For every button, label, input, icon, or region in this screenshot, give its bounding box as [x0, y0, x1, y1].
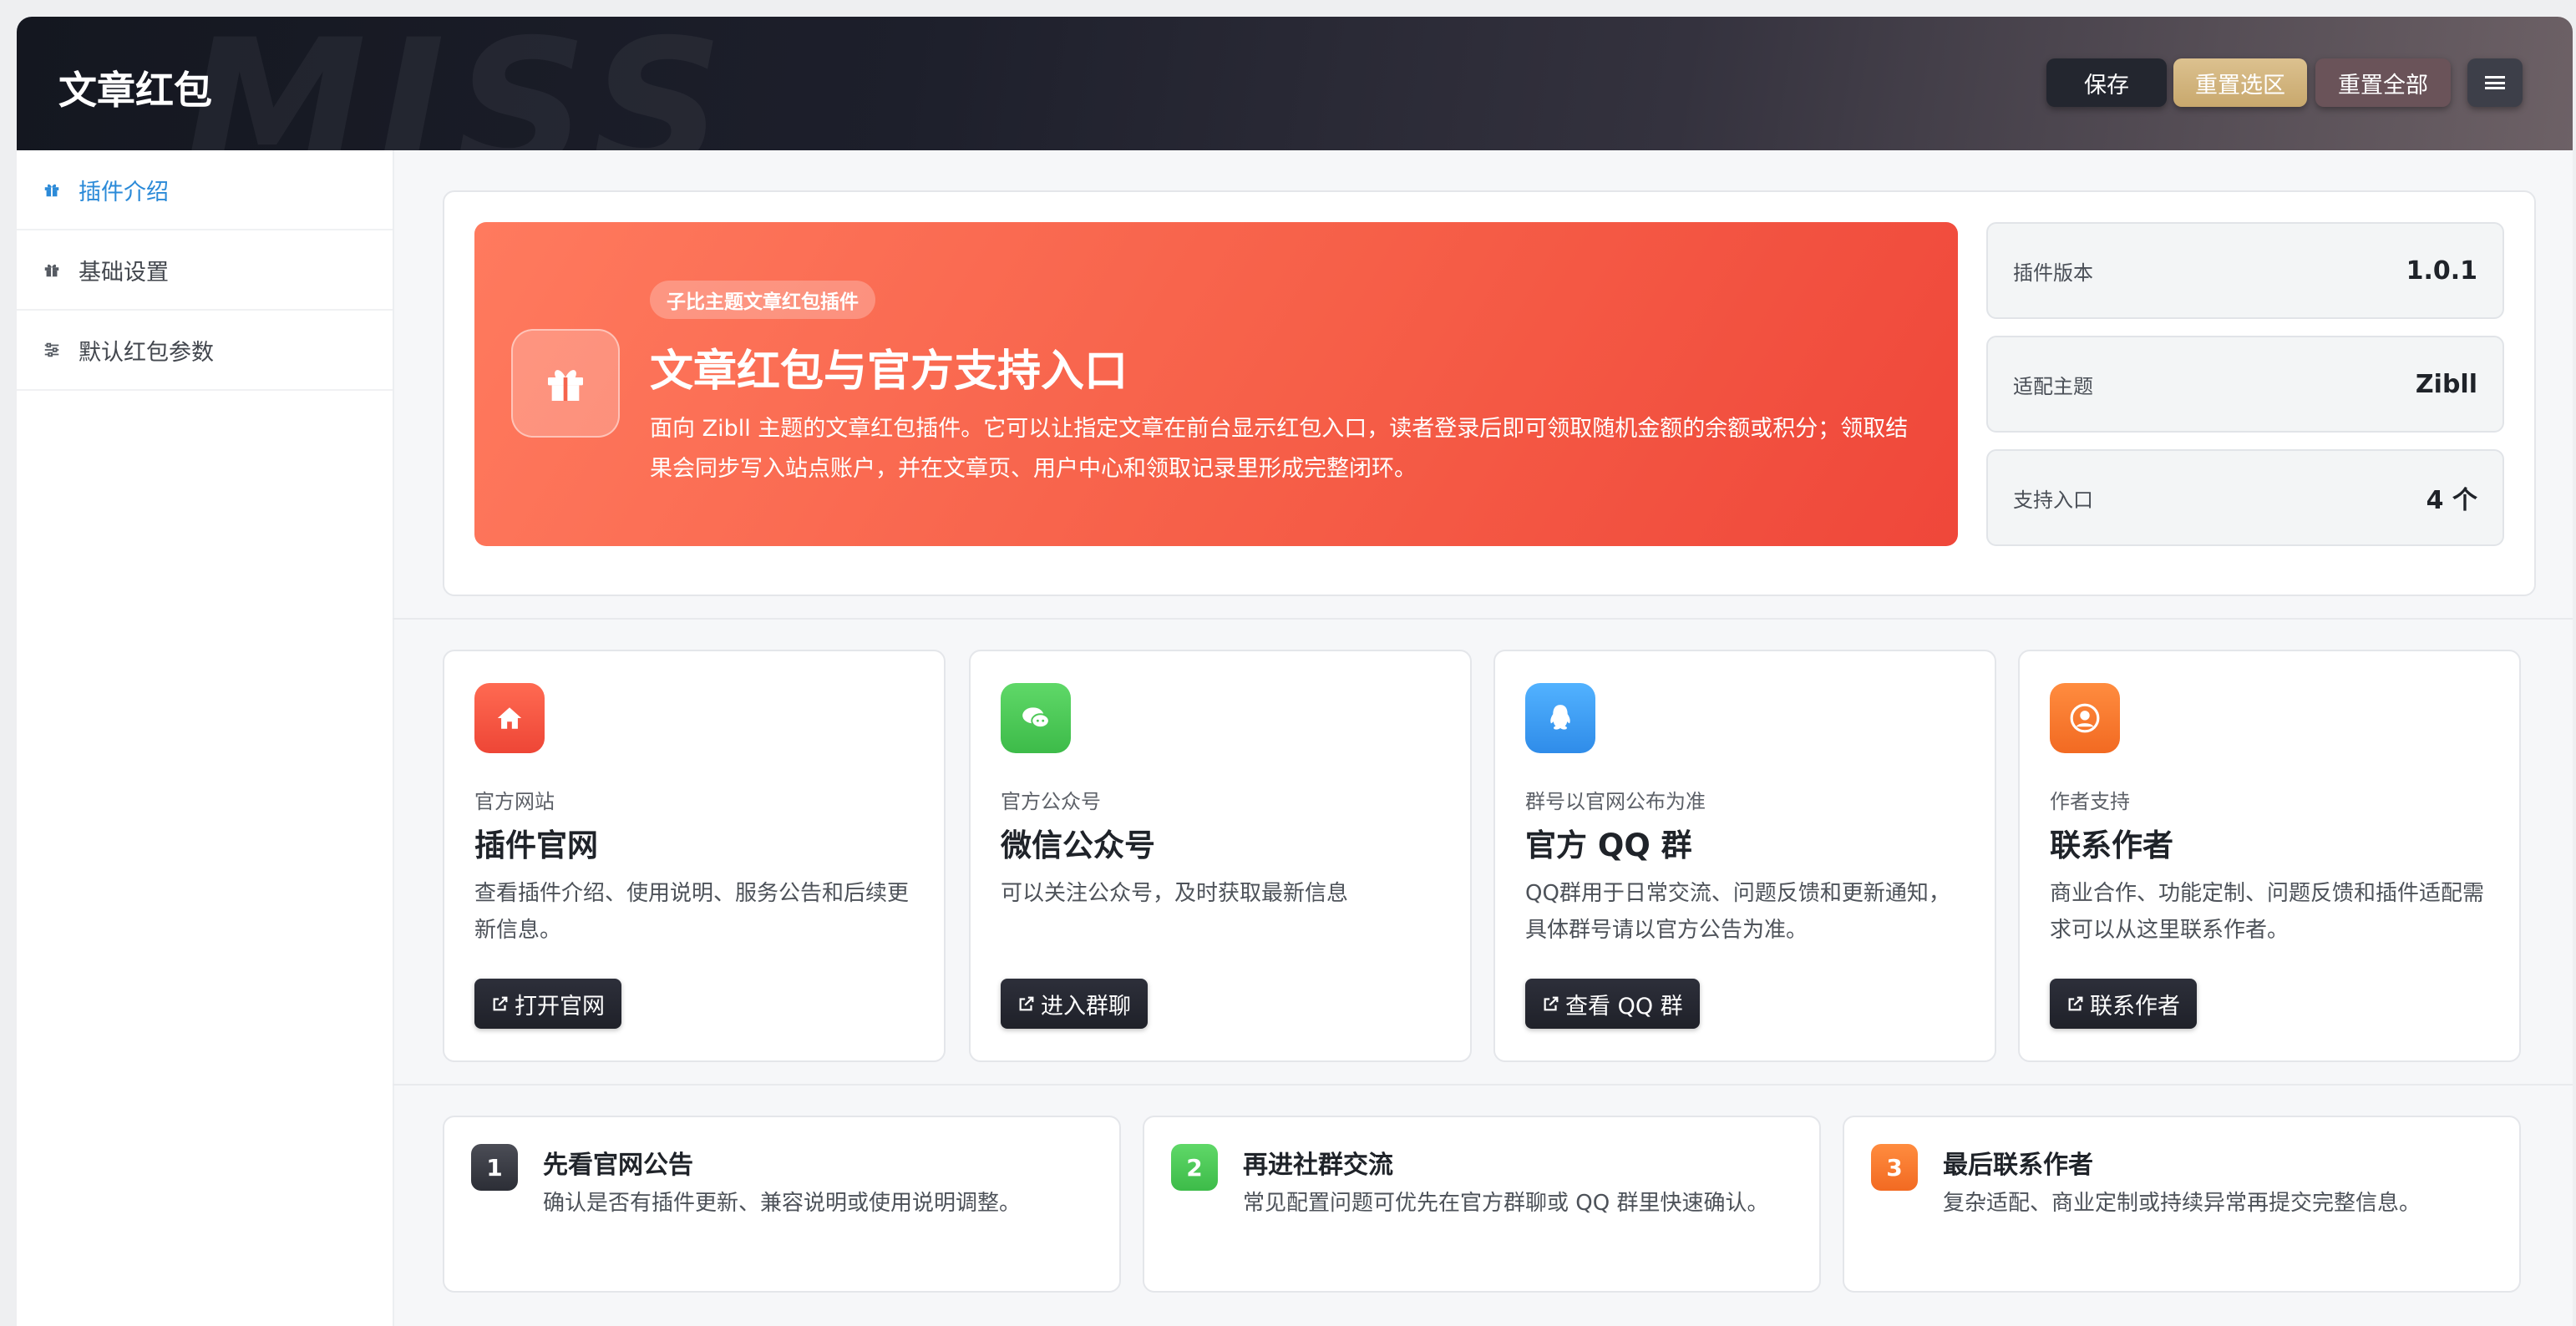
app-window: MISS 文章红包 保存 重置选区 重置全部 插件介绍 基础设置 默认红包参数 — [17, 17, 2573, 1326]
hero-banner: 子比主题文章红包插件 文章红包与官方支持入口 面向 Zibll 主题的文章红包插… — [474, 222, 1958, 546]
view-qq-group-button[interactable]: 查看 QQ 群 — [1525, 979, 1700, 1029]
hero-title: 文章红包与官方支持入口 — [650, 347, 1128, 397]
external-link-icon — [1542, 995, 1560, 1013]
link-card-wechat: 官方公众号 微信公众号 可以关注公众号，及时获取最新信息 进入群聊 — [969, 650, 1472, 1062]
gift-icon — [42, 260, 62, 280]
sidebar: 插件介绍 基础设置 默认红包参数 — [17, 150, 394, 1326]
gift-icon — [42, 180, 62, 200]
external-link-icon — [491, 995, 510, 1013]
link-card-title: 插件官网 — [474, 827, 598, 863]
step-card-3: 3 最后联系作者 复杂适配、商业定制或持续异常再提交完整信息。 — [1843, 1116, 2521, 1293]
link-card-subtitle: 官方公众号 — [1001, 790, 1101, 813]
app-title: 文章红包 — [58, 68, 212, 113]
external-link-icon — [2066, 995, 2085, 1013]
button-label: 联系作者 — [2090, 993, 2180, 1020]
button-label: 进入群聊 — [1041, 993, 1131, 1020]
intro-card: 子比主题文章红包插件 文章红包与官方支持入口 面向 Zibll 主题的文章红包插… — [443, 190, 2536, 596]
stat-theme: 适配主题 Zibll — [1986, 336, 2504, 433]
step-title: 最后联系作者 — [1943, 1151, 2093, 1180]
stat-version: 插件版本 1.0.1 — [1986, 222, 2504, 319]
stat-value: 4 个 — [2426, 486, 2477, 515]
reset-selection-button[interactable]: 重置选区 — [2173, 58, 2307, 107]
step-description: 常见配置问题可优先在官方群聊或 QQ 群里快速确认。 — [1243, 1191, 1769, 1216]
chat-icon — [1001, 683, 1071, 753]
hero-description: 面向 Zibll 主题的文章红包插件。它可以让指定文章在前台显示红包入口，读者登… — [650, 416, 1909, 482]
step-number: 1 — [471, 1144, 518, 1191]
gift-icon — [511, 329, 620, 438]
section-divider — [393, 618, 2573, 620]
sidebar-item-label: 默认红包参数 — [79, 339, 214, 366]
reset-all-button[interactable]: 重置全部 — [2315, 58, 2451, 107]
external-link-icon — [1017, 995, 1036, 1013]
link-card-title: 微信公众号 — [1001, 827, 1155, 863]
join-group-button[interactable]: 进入群聊 — [1001, 979, 1148, 1029]
step-title: 先看官网公告 — [543, 1151, 693, 1180]
link-card-description: 查看插件介绍、使用说明、服务公告和后续更新信息。 — [474, 881, 910, 943]
link-card-description: 商业合作、功能定制、问题反馈和插件适配需求可以从这里联系作者。 — [2050, 881, 2485, 943]
qq-icon — [1525, 683, 1595, 753]
step-description: 确认是否有插件更新、兼容说明或使用说明调整。 — [543, 1191, 1022, 1216]
button-label: 查看 QQ 群 — [1565, 993, 1683, 1020]
link-card-website: 官方网站 插件官网 查看插件介绍、使用说明、服务公告和后续更新信息。 打开官网 — [443, 650, 946, 1062]
stat-value: 1.0.1 — [2406, 256, 2477, 286]
link-card-subtitle: 作者支持 — [2050, 790, 2130, 813]
link-card-subtitle: 官方网站 — [474, 790, 555, 813]
button-label: 打开官网 — [515, 993, 605, 1020]
sidebar-item-default-params[interactable]: 默认红包参数 — [17, 311, 393, 391]
menu-button[interactable] — [2467, 58, 2523, 107]
step-card-2: 2 再进社群交流 常见配置问题可优先在官方群聊或 QQ 群里快速确认。 — [1143, 1116, 1821, 1293]
link-card-qq: 群号以官网公布为准 官方 QQ 群 QQ群用于日常交流、问题反馈和更新通知，具体… — [1493, 650, 1996, 1062]
menu-icon — [2485, 76, 2505, 89]
user-icon — [2050, 683, 2120, 753]
step-description: 复杂适配、商业定制或持续异常再提交完整信息。 — [1943, 1191, 2421, 1216]
step-title: 再进社群交流 — [1243, 1151, 1393, 1180]
link-card-title: 联系作者 — [2050, 827, 2173, 863]
stat-label: 适配主题 — [2013, 374, 2093, 398]
step-card-1: 1 先看官网公告 确认是否有插件更新、兼容说明或使用说明调整。 — [443, 1116, 1121, 1293]
link-card-description: 可以关注公众号，及时获取最新信息 — [1001, 881, 1349, 906]
step-number: 3 — [1871, 1144, 1918, 1191]
header-watermark: MISS — [184, 17, 733, 150]
sliders-icon — [42, 340, 62, 360]
step-number: 2 — [1171, 1144, 1218, 1191]
link-card-description: QQ群用于日常交流、问题反馈和更新通知，具体群号请以官方公告为准。 — [1525, 881, 1950, 943]
contact-author-button[interactable]: 联系作者 — [2050, 979, 2197, 1029]
home-icon — [474, 683, 545, 753]
open-website-button[interactable]: 打开官网 — [474, 979, 621, 1029]
section-divider — [393, 1084, 2573, 1086]
sidebar-item-intro[interactable]: 插件介绍 — [17, 150, 393, 230]
link-card-author: 作者支持 联系作者 商业合作、功能定制、问题反馈和插件适配需求可以从这里联系作者… — [2018, 650, 2521, 1062]
plugin-badge: 子比主题文章红包插件 — [650, 281, 875, 319]
stat-label: 插件版本 — [2013, 261, 2093, 285]
link-card-subtitle: 群号以官网公布为准 — [1525, 790, 1706, 813]
sidebar-item-basic-settings[interactable]: 基础设置 — [17, 230, 393, 311]
top-header: MISS 文章红包 保存 重置选区 重置全部 — [17, 17, 2573, 150]
stat-label: 支持入口 — [2013, 488, 2093, 512]
link-card-title: 官方 QQ 群 — [1525, 827, 1692, 863]
sidebar-item-label: 插件介绍 — [79, 179, 169, 205]
stat-entries: 支持入口 4 个 — [1986, 449, 2504, 546]
save-button[interactable]: 保存 — [2046, 58, 2167, 107]
sidebar-item-label: 基础设置 — [79, 259, 169, 286]
stat-value: Zibll — [2415, 369, 2477, 399]
